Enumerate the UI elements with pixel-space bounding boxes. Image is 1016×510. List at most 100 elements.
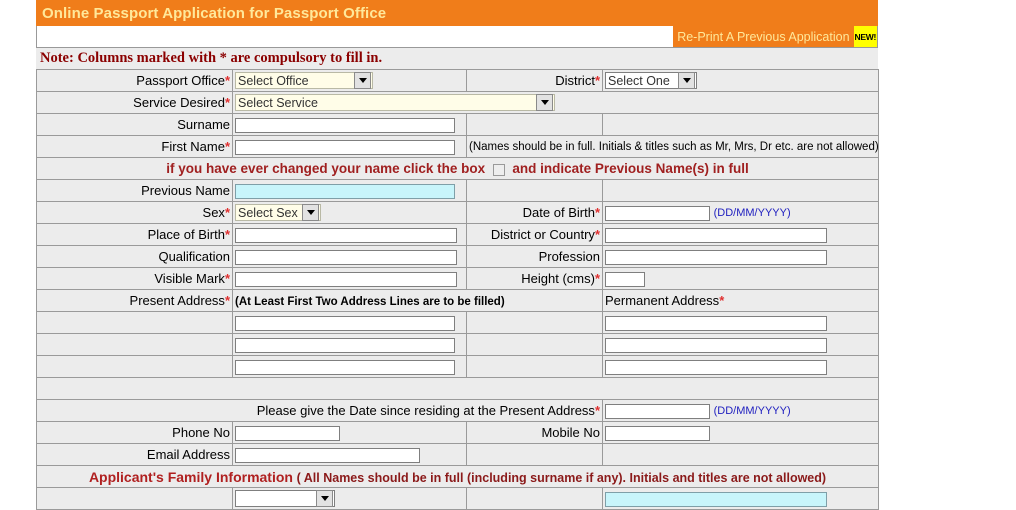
present-address-line3-cell — [232, 355, 467, 378]
district-field-cell: Select One — [602, 69, 879, 92]
present-address-line3-input[interactable] — [235, 359, 455, 375]
date-of-birth-input[interactable] — [605, 205, 710, 221]
address-section-spacer-cell — [36, 377, 879, 400]
row-first-name: First Name* (Names should be in full. In… — [36, 135, 879, 158]
surname-label-cell: Surname — [36, 113, 233, 136]
email-address-input[interactable] — [235, 447, 420, 463]
permanent-address-line2-input[interactable] — [605, 337, 827, 353]
required-star: * — [224, 95, 230, 110]
place-of-birth-field-cell — [232, 223, 467, 246]
qualification-input[interactable] — [235, 249, 457, 265]
height-input[interactable] — [605, 271, 645, 287]
service-desired-label: Service Desired — [133, 95, 225, 110]
service-desired-select[interactable]: Select Service — [235, 94, 555, 112]
qualification-field-cell — [232, 245, 467, 268]
permanent-address-label-cell: Permanent Address* — [602, 289, 879, 312]
surname-field-cell — [232, 113, 467, 136]
row-email: Email Address — [36, 443, 879, 466]
sex-label: Sex — [202, 205, 225, 220]
row-sex-dob: Sex* Select Sex Date of Birth* (DD/MM/YY… — [36, 201, 879, 224]
required-star: * — [224, 73, 230, 88]
required-star: * — [719, 293, 725, 308]
address-line2-spacer-cell — [36, 333, 233, 356]
surname-spacer-cell-2 — [602, 113, 879, 136]
profession-field-cell — [602, 245, 879, 268]
visible-mark-label: Visible Mark — [154, 271, 225, 286]
compulsory-note-text: Note: Columns marked with * are compulso… — [40, 50, 383, 66]
height-label-cell: Height (cms)* — [466, 267, 603, 290]
row-surname: Surname — [36, 113, 879, 136]
mobile-field-cell — [602, 421, 879, 444]
previous-name-label: Previous Name — [141, 183, 230, 198]
permanent-address-line2-cell — [602, 333, 879, 356]
district-selected-value: Select One — [608, 73, 670, 88]
sex-selected-value: Select Sex — [238, 205, 298, 220]
family-relation-select[interactable] — [235, 490, 335, 508]
first-name-input[interactable] — [235, 139, 455, 155]
name-change-text-after: and indicate Previous Name(s) in full — [512, 161, 749, 176]
app-title-bar: Online Passport Application for Passport… — [36, 0, 878, 26]
required-star: * — [594, 73, 600, 88]
row-name-change-banner: if you have ever changed your name click… — [36, 157, 879, 180]
address-line1-spacer-cell — [36, 311, 233, 334]
present-address-line2-input[interactable] — [235, 337, 455, 353]
reprint-strip: Re-Print A Previous Application NEW! — [36, 26, 878, 48]
family-partial-select-cell — [232, 487, 467, 510]
profession-input[interactable] — [605, 249, 827, 265]
email-field-cell — [232, 443, 467, 466]
passport-office-label-cell: Passport Office* — [36, 69, 233, 92]
required-star: * — [224, 139, 230, 154]
permanent-address-line1-input[interactable] — [605, 315, 827, 331]
present-address-line2-cell — [232, 333, 467, 356]
first-name-label-cell: First Name* — [36, 135, 233, 158]
address-line3-mid-spacer-cell — [466, 355, 603, 378]
previous-name-input[interactable] — [235, 183, 455, 199]
required-star: * — [224, 227, 230, 242]
previous-name-spacer-cell-1 — [466, 179, 603, 202]
row-address-line-2 — [36, 333, 879, 356]
present-address-label-cell: Present Address* — [36, 289, 233, 312]
service-desired-selected-value: Select Service — [238, 95, 318, 110]
phone-no-input[interactable] — [235, 425, 340, 441]
mobile-no-input[interactable] — [605, 425, 710, 441]
surname-spacer-cell-1 — [466, 113, 603, 136]
permanent-address-line3-input[interactable] — [605, 359, 827, 375]
email-label: Email Address — [146, 447, 230, 462]
district-or-country-label: District or Country — [490, 227, 595, 242]
name-changed-checkbox[interactable] — [492, 163, 505, 176]
date-of-birth-format-hint: (DD/MM/YYYY) — [713, 207, 791, 220]
district-or-country-field-cell — [602, 223, 879, 246]
residing-since-label-cell: Please give the Date since residing at t… — [36, 399, 603, 422]
first-name-label: First Name — [161, 139, 225, 154]
present-address-hint-cell: (At Least First Two Address Lines are to… — [232, 289, 603, 312]
row-phone-mobile: Phone No Mobile No — [36, 421, 879, 444]
district-select[interactable]: Select One — [605, 72, 697, 90]
residing-since-input[interactable] — [605, 403, 710, 419]
family-partial-field-cell — [602, 487, 879, 510]
qualification-label: Qualification — [158, 249, 230, 264]
mobile-label: Mobile No — [541, 425, 600, 440]
family-partial-input[interactable] — [605, 491, 827, 507]
place-of-birth-input[interactable] — [235, 227, 457, 243]
visible-mark-input[interactable] — [235, 271, 457, 287]
chevron-down-icon — [316, 490, 333, 508]
dob-label: Date of Birth — [522, 205, 595, 220]
visible-mark-label-cell: Visible Mark* — [36, 267, 233, 290]
present-address-line1-input[interactable] — [235, 315, 455, 331]
name-change-banner-cell: if you have ever changed your name click… — [36, 157, 879, 180]
family-info-header-cell: Applicant's Family Information ( All Nam… — [36, 465, 879, 488]
row-family-info-header: Applicant's Family Information ( All Nam… — [36, 465, 879, 488]
row-residing-since: Please give the Date since residing at t… — [36, 399, 879, 422]
visible-mark-field-cell — [232, 267, 467, 290]
reprint-previous-application-link[interactable]: Re-Print A Previous Application — [673, 26, 854, 47]
sex-select[interactable]: Select Sex — [235, 204, 321, 222]
dob-label-cell: Date of Birth* — [466, 201, 603, 224]
surname-input[interactable] — [235, 117, 455, 133]
passport-office-select[interactable]: Select Office — [235, 72, 373, 90]
district-or-country-input[interactable] — [605, 227, 827, 243]
residing-since-field-cell: (DD/MM/YYYY) — [602, 399, 879, 422]
first-name-hint-cell: (Names should be in full. Initials & tit… — [466, 135, 879, 158]
family-info-title: Applicant's Family Information — [88, 468, 293, 485]
previous-name-label-cell: Previous Name — [36, 179, 233, 202]
phone-label-cell: Phone No — [36, 421, 233, 444]
